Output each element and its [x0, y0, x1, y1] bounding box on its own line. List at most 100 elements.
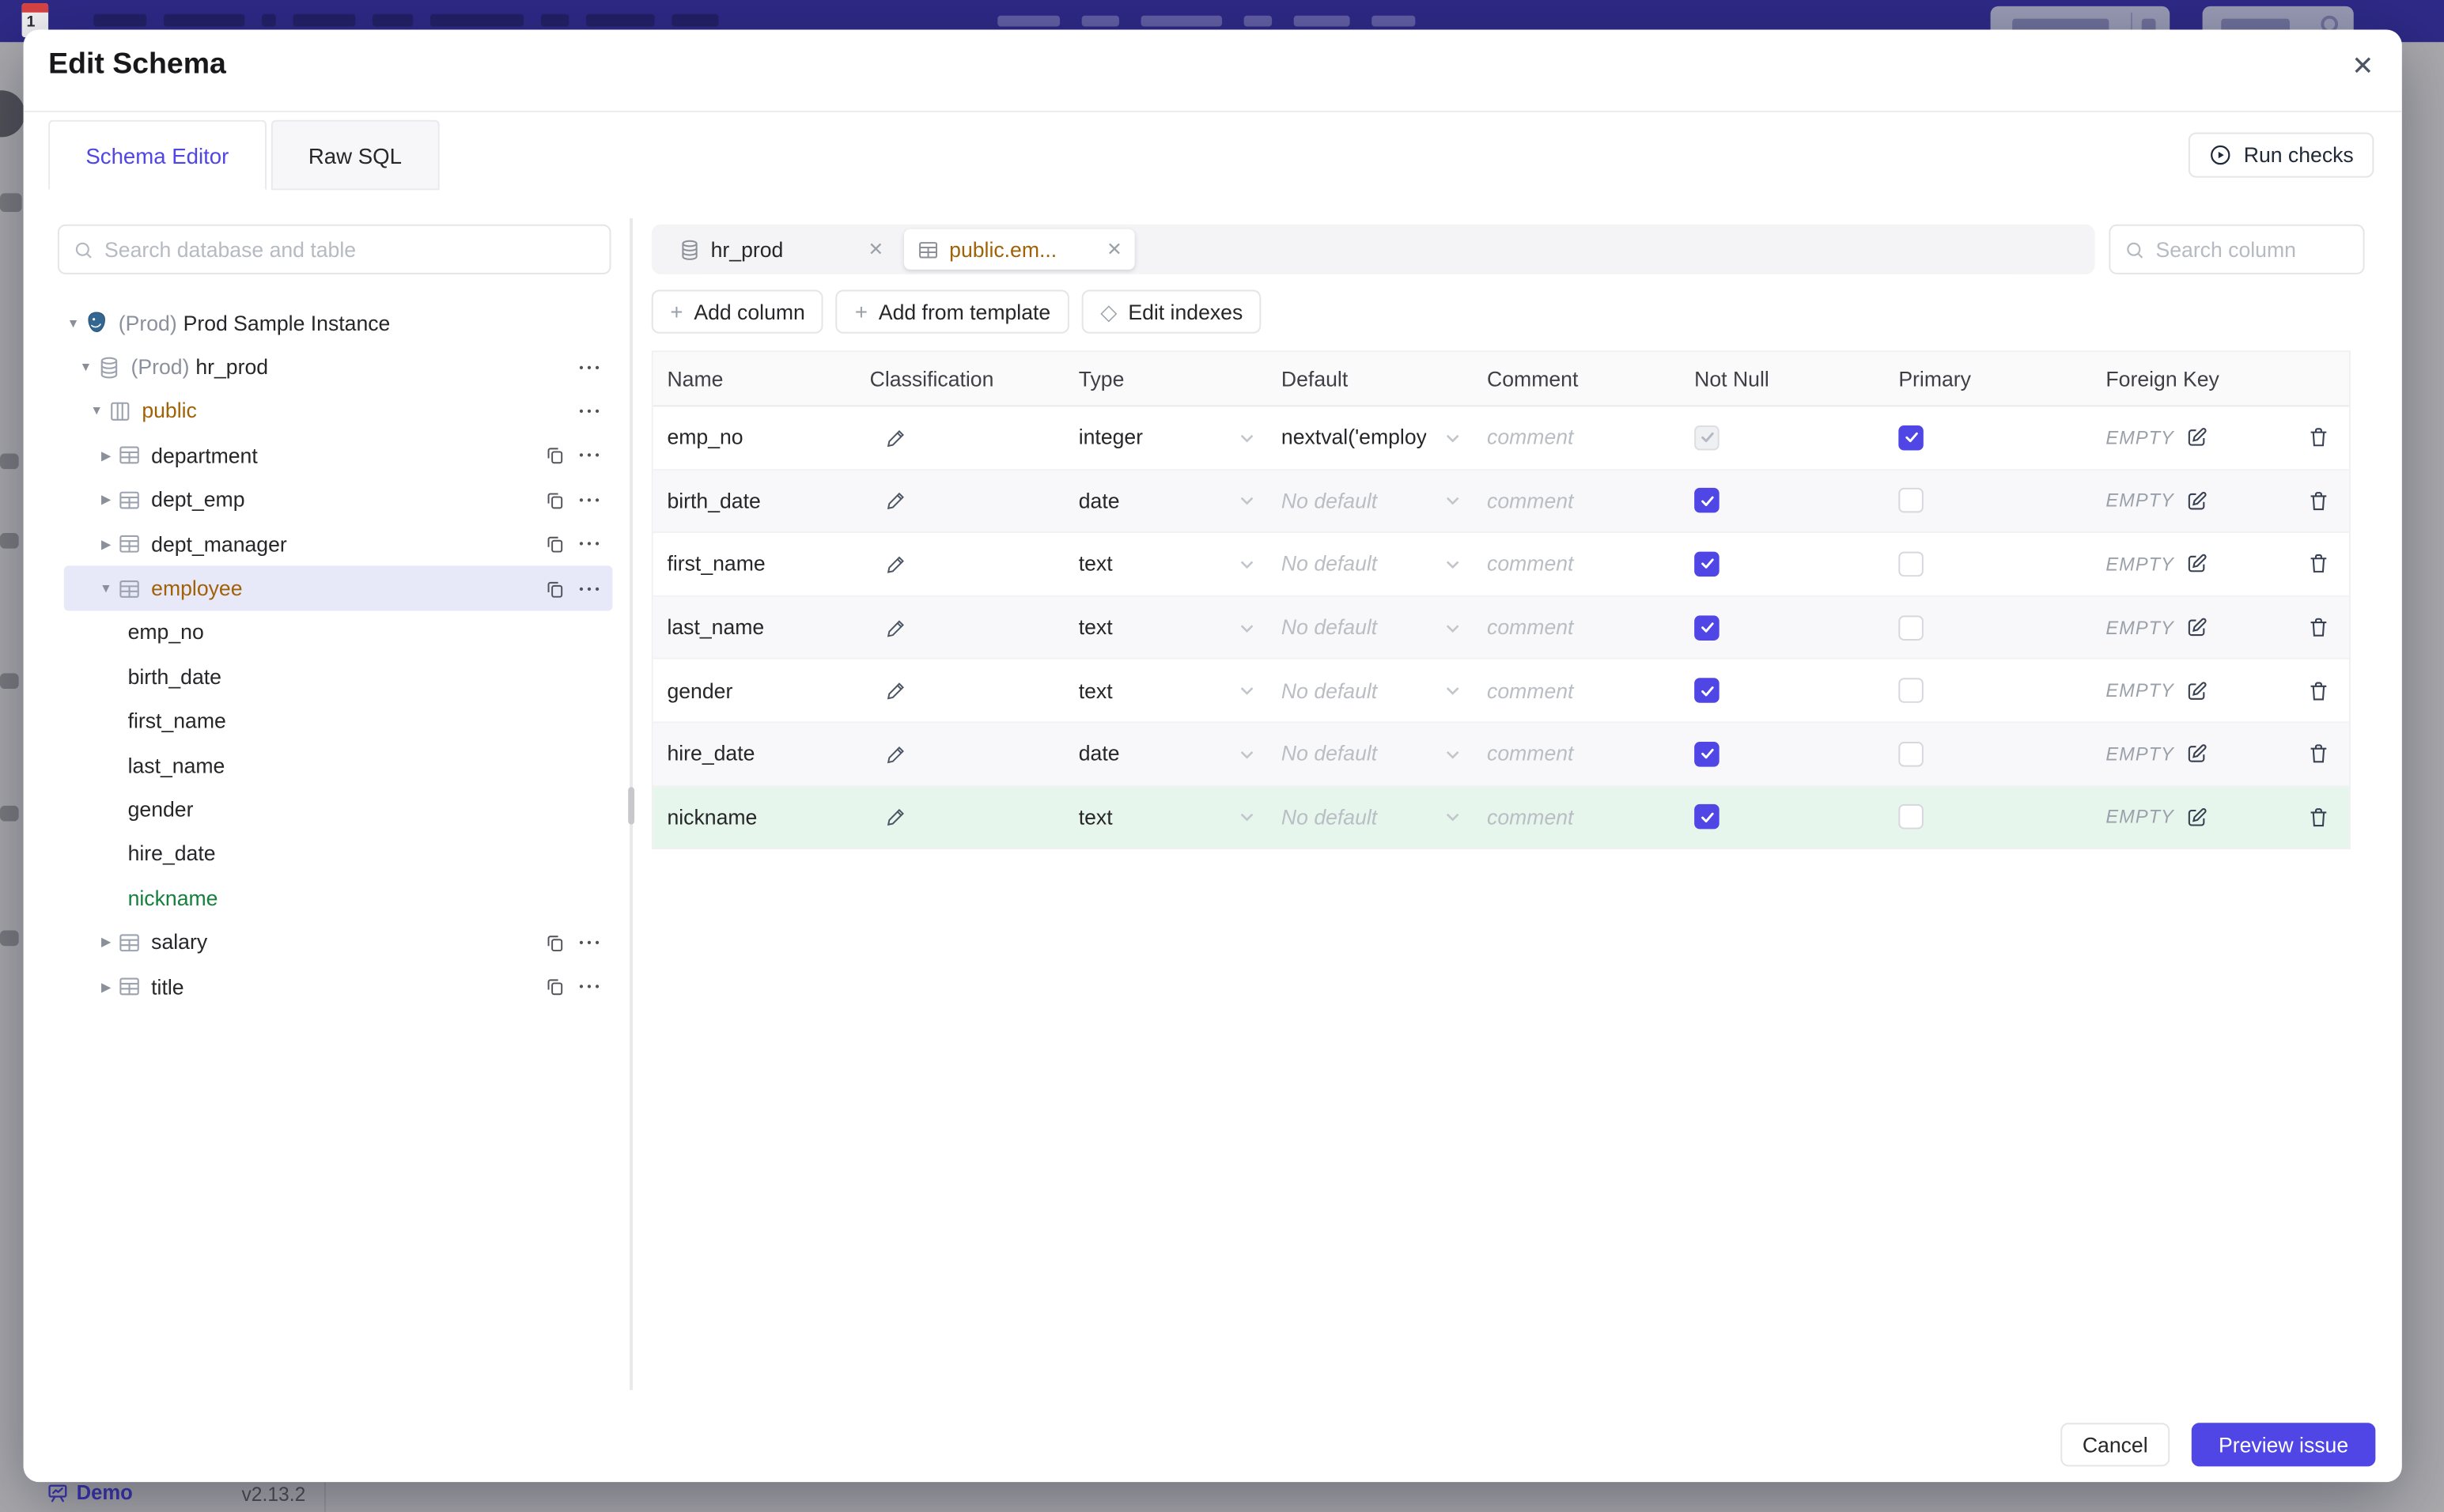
tree-item-hr-prod[interactable]: ▼ (Prod) hr_prod ••• [48, 345, 612, 389]
tree-column-last-name[interactable]: last_name [48, 743, 612, 788]
primary-checkbox-unchecked[interactable] [1898, 741, 1924, 767]
comment-input[interactable]: comment [1473, 743, 1680, 766]
default-select[interactable]: No default [1267, 616, 1473, 639]
primary-checkbox-unchecked[interactable] [1898, 488, 1924, 514]
more-options-icon[interactable]: ••• [579, 404, 603, 418]
column-name-cell[interactable]: emp_no [653, 426, 856, 450]
edit-classification-icon[interactable] [885, 554, 907, 576]
tree-item-dept-manager[interactable]: ▶ dept_manager ••• [48, 522, 612, 566]
type-select[interactable]: text [1065, 553, 1267, 576]
tree-column-first-name[interactable]: first_name [48, 699, 612, 743]
copy-icon[interactable] [544, 932, 566, 954]
edit-foreign-key-icon[interactable] [2185, 806, 2209, 830]
primary-checkbox-unchecked[interactable] [1898, 551, 1924, 577]
primary-checkbox-unchecked[interactable] [1898, 678, 1924, 704]
not-null-checkbox-checked[interactable] [1694, 678, 1720, 704]
type-select[interactable]: integer [1065, 426, 1267, 449]
not-null-checkbox-checked[interactable] [1694, 804, 1720, 830]
edit-foreign-key-icon[interactable] [2185, 426, 2209, 450]
more-options-icon[interactable]: ••• [579, 581, 603, 595]
more-options-icon[interactable]: ••• [579, 537, 603, 551]
more-options-icon[interactable]: ••• [579, 980, 603, 994]
edit-classification-icon[interactable] [885, 617, 907, 639]
chevron-down-icon[interactable]: ▼ [75, 360, 97, 374]
type-select[interactable]: date [1065, 743, 1267, 765]
delete-column-icon[interactable] [2306, 616, 2330, 640]
column-name-cell[interactable]: last_name [653, 616, 856, 640]
edit-classification-icon[interactable] [885, 807, 907, 829]
column-search-input[interactable] [2109, 224, 2365, 274]
more-options-icon[interactable]: ••• [579, 360, 603, 374]
tree-item-department[interactable]: ▶ department ••• [48, 433, 612, 478]
edit-foreign-key-icon[interactable] [2185, 679, 2209, 703]
tree-item-prod-sample-instance[interactable]: ▼ (Prod) Prod Sample Instance [48, 301, 612, 345]
delete-column-icon[interactable] [2306, 743, 2330, 766]
column-name-cell[interactable]: gender [653, 679, 856, 703]
tree-column-gender[interactable]: gender [48, 788, 612, 832]
delete-column-icon[interactable] [2306, 679, 2330, 703]
add-column-button[interactable]: + Add column [651, 289, 824, 334]
comment-input[interactable]: comment [1473, 679, 1680, 703]
more-options-icon[interactable]: ••• [579, 448, 603, 463]
edit-classification-icon[interactable] [885, 680, 907, 702]
type-select[interactable]: text [1065, 616, 1267, 639]
type-select[interactable]: date [1065, 490, 1267, 512]
type-select[interactable]: text [1065, 806, 1267, 829]
not-null-checkbox-checked[interactable] [1694, 488, 1720, 514]
copy-icon[interactable] [544, 533, 566, 555]
more-options-icon[interactable]: ••• [579, 493, 603, 507]
edit-classification-icon[interactable] [885, 490, 907, 512]
column-name-cell[interactable]: birth_date [653, 490, 856, 513]
tree-column-emp-no[interactable]: emp_no [48, 610, 612, 655]
default-select[interactable]: No default [1267, 806, 1473, 829]
delete-column-icon[interactable] [2306, 490, 2330, 513]
copy-icon[interactable] [544, 577, 566, 599]
demo-link[interactable]: Demo [47, 1480, 133, 1504]
default-select[interactable]: No default [1267, 679, 1473, 702]
primary-checkbox-checked[interactable] [1898, 425, 1924, 451]
edit-foreign-key-icon[interactable] [2185, 743, 2209, 766]
comment-input[interactable]: comment [1473, 490, 1680, 513]
tree-item-title[interactable]: ▶ title ••• [48, 965, 612, 1009]
tab-raw-sql[interactable]: Raw SQL [271, 119, 440, 191]
column-name-cell[interactable]: nickname [653, 806, 856, 830]
edit-foreign-key-icon[interactable] [2185, 616, 2209, 640]
delete-column-icon[interactable] [2306, 426, 2330, 450]
copy-icon[interactable] [544, 976, 566, 998]
chevron-right-icon[interactable]: ▶ [95, 980, 117, 994]
chevron-right-icon[interactable]: ▶ [95, 537, 117, 551]
edit-classification-icon[interactable] [885, 427, 907, 449]
tab-schema-editor[interactable]: Schema Editor [48, 119, 267, 191]
cancel-button[interactable]: Cancel [2060, 1423, 2170, 1467]
not-null-checkbox-checked[interactable] [1694, 551, 1720, 577]
chevron-down-icon[interactable]: ▼ [62, 316, 85, 330]
panel-resize-handle[interactable] [628, 217, 635, 1390]
database-search-input[interactable] [57, 224, 611, 274]
chevron-down-icon[interactable]: ▼ [95, 581, 117, 595]
comment-input[interactable]: comment [1473, 806, 1680, 830]
panel-resize-grip[interactable] [628, 787, 635, 825]
comment-input[interactable]: comment [1473, 616, 1680, 640]
tree-item-dept-emp[interactable]: ▶ dept_emp ••• [48, 478, 612, 522]
default-select[interactable]: No default [1267, 553, 1473, 576]
chevron-right-icon[interactable]: ▶ [95, 448, 117, 463]
editor-tab-public-em[interactable]: public.em... ✕ [904, 229, 1135, 270]
default-select[interactable]: No default [1267, 490, 1473, 512]
run-checks-button[interactable]: Run checks [2189, 132, 2374, 178]
type-select[interactable]: text [1065, 679, 1267, 702]
copy-icon[interactable] [544, 444, 566, 467]
edit-foreign-key-icon[interactable] [2185, 490, 2209, 513]
edit-foreign-key-icon[interactable] [2185, 553, 2209, 576]
preview-issue-button[interactable]: Preview issue [2191, 1423, 2376, 1467]
comment-input[interactable]: comment [1473, 553, 1680, 576]
tree-column-hire-date[interactable]: hire_date [48, 832, 612, 876]
default-select[interactable]: nextval('employ [1267, 426, 1473, 449]
tree-column-nickname[interactable]: nickname [48, 876, 612, 920]
tree-item-public[interactable]: ▼ public ••• [48, 389, 612, 433]
chevron-right-icon[interactable]: ▶ [95, 936, 117, 950]
delete-column-icon[interactable] [2306, 553, 2330, 576]
delete-column-icon[interactable] [2306, 806, 2330, 830]
comment-input[interactable]: comment [1473, 426, 1680, 450]
tree-item-employee[interactable]: ▼ employee ••• [63, 566, 613, 610]
column-name-cell[interactable]: hire_date [653, 743, 856, 766]
